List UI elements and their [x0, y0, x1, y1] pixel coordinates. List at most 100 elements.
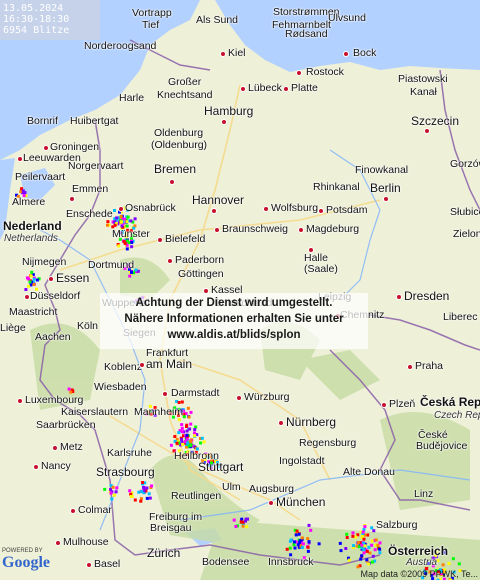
city-label: Luxembourg	[25, 394, 84, 406]
city-label: Czech Rep	[434, 410, 480, 421]
lightning-mark	[373, 548, 377, 552]
city-label: Strasbourg	[96, 465, 155, 479]
google-logo[interactable]: POWERED BY Google	[2, 548, 62, 578]
lightning-mark	[345, 532, 349, 536]
city-label: Bielefeld	[165, 233, 206, 245]
city-dot	[424, 128, 430, 134]
lightning-mark	[130, 271, 133, 274]
lightning-mark	[180, 400, 184, 404]
city-dot	[214, 227, 220, 233]
city-label: Harle	[119, 92, 145, 104]
lightning-mark	[288, 546, 292, 550]
city-dot	[48, 276, 54, 282]
map-attribution[interactable]: Map data ©2009 PPWK, Te...	[360, 569, 478, 579]
lightning-mark	[133, 217, 137, 221]
lightning-mark	[363, 525, 367, 529]
lightning-mark	[35, 278, 39, 282]
lightning-mark	[441, 563, 445, 567]
city-dot	[381, 402, 387, 408]
city-label: Potsdam	[326, 204, 368, 216]
lightning-mark	[122, 240, 126, 244]
city-label: Großer	[168, 76, 202, 88]
lightning-mark	[169, 443, 173, 447]
lightning-mark	[365, 558, 369, 562]
city-label: Düsseldorf	[30, 290, 81, 302]
lightning-mark	[182, 415, 186, 419]
city-label: Ulm	[222, 481, 241, 493]
lightning-mark	[125, 247, 129, 251]
city-label: Köln	[77, 320, 99, 332]
city-dot	[52, 445, 58, 451]
lightning-mark	[187, 415, 191, 419]
lightning-mark	[125, 220, 129, 224]
city-dot	[268, 500, 274, 506]
lightning-mark	[294, 533, 298, 537]
city-dot	[33, 464, 39, 470]
lightning-mark	[360, 554, 364, 558]
city-dot	[240, 86, 246, 92]
city-dot	[86, 562, 92, 568]
city-label: Colmar	[78, 504, 112, 516]
lightning-mark	[245, 525, 249, 529]
lightning-mark	[145, 496, 149, 500]
lightning-mark	[193, 428, 197, 431]
city-dot	[220, 51, 226, 57]
city-label: Göttingen	[178, 268, 224, 280]
city-dot	[70, 508, 76, 514]
lightning-mark	[115, 216, 119, 220]
city-label: Salzburg	[376, 519, 418, 531]
city-label: Österreich	[388, 544, 449, 558]
lightning-mark	[370, 539, 374, 543]
city-dot	[167, 258, 173, 264]
city-label: Vortrapp	[132, 7, 172, 19]
lightning-mark	[357, 541, 361, 544]
city-label: Česká Rep	[420, 395, 480, 409]
lightning-mark	[27, 284, 31, 288]
lightning-mark	[114, 490, 118, 494]
lightning-mark	[150, 484, 154, 488]
city-label: Liberec	[443, 311, 478, 323]
city-label: am Main	[146, 357, 193, 371]
city-label: Ulvsund	[328, 12, 366, 24]
city-label: Nürnberg	[286, 415, 337, 429]
city-label: Zielona	[453, 228, 480, 240]
lightning-mark	[451, 557, 455, 561]
lightning-mark	[129, 495, 133, 498]
lightning-mark	[128, 489, 132, 493]
city-label: Osnabrück	[125, 202, 176, 214]
lightning-mark	[306, 537, 310, 540]
lightning-mark	[239, 520, 243, 524]
lightning-mark	[106, 223, 109, 227]
city-dot	[318, 208, 324, 214]
lightning-mark	[362, 551, 366, 555]
notice-link[interactable]: www.aldis.at/blids/splon	[100, 329, 368, 341]
city-label: Linz	[414, 488, 434, 500]
lightning-mark	[130, 241, 134, 244]
lightning-mark	[141, 481, 145, 484]
city-label: Wolfsburg	[271, 202, 319, 214]
city-label: Finowkanal	[355, 164, 409, 176]
lightning-mark	[295, 529, 299, 533]
lightning-mark	[296, 543, 300, 547]
lightning-mark	[338, 541, 342, 545]
lightning-mark	[378, 551, 382, 555]
city-label: Saarbrücken	[36, 419, 96, 431]
lightning-mark	[25, 276, 29, 280]
city-label: Kaiserslautern	[61, 406, 129, 418]
lightning-mark	[306, 545, 310, 549]
city-label: Kiel	[228, 47, 246, 59]
date-text: 13.05.2024	[3, 3, 64, 14]
lightning-mark	[317, 542, 321, 546]
city-label: Bodensee	[202, 556, 250, 568]
city-label: Braunschweig	[222, 223, 288, 235]
city-label: Aachen	[35, 331, 71, 343]
lightning-mark	[365, 549, 369, 553]
lightning-mark	[119, 214, 123, 218]
lightning-mark	[378, 547, 382, 551]
city-dot	[157, 237, 163, 243]
lightning-mark	[126, 215, 130, 219]
lightning-mark	[351, 534, 355, 538]
lightning-mark	[32, 277, 36, 281]
city-label: Magdeburg	[306, 223, 360, 235]
lightning-mark	[180, 423, 184, 427]
